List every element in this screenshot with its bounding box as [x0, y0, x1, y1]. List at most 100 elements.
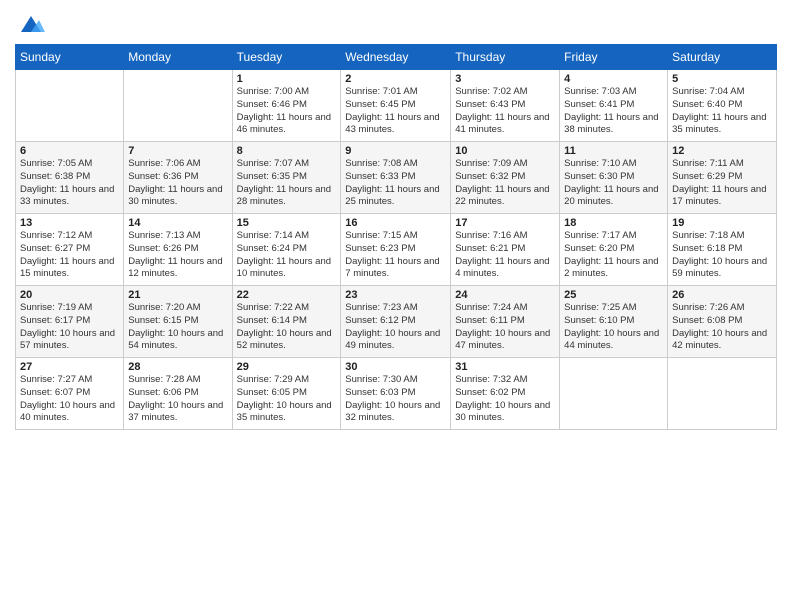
day-number: 19	[672, 217, 772, 229]
calendar-cell: 12Sunrise: 7:11 AMSunset: 6:29 PMDayligh…	[668, 142, 777, 214]
calendar-cell: 23Sunrise: 7:23 AMSunset: 6:12 PMDayligh…	[341, 286, 451, 358]
calendar-cell: 19Sunrise: 7:18 AMSunset: 6:18 PMDayligh…	[668, 214, 777, 286]
logo	[15, 10, 45, 38]
day-number: 13	[20, 217, 119, 229]
day-number: 9	[345, 145, 446, 157]
calendar-cell: 22Sunrise: 7:22 AMSunset: 6:14 PMDayligh…	[232, 286, 341, 358]
day-number: 3	[455, 73, 555, 85]
calendar-header: SundayMondayTuesdayWednesdayThursdayFrid…	[16, 45, 777, 70]
day-detail: Sunrise: 7:32 AMSunset: 6:02 PMDaylight:…	[455, 374, 555, 425]
day-number: 16	[345, 217, 446, 229]
day-detail: Sunrise: 7:22 AMSunset: 6:14 PMDaylight:…	[237, 302, 337, 353]
day-detail: Sunrise: 7:14 AMSunset: 6:24 PMDaylight:…	[237, 230, 337, 281]
day-detail: Sunrise: 7:10 AMSunset: 6:30 PMDaylight:…	[564, 158, 663, 209]
day-number: 20	[20, 289, 119, 301]
calendar-cell: 9Sunrise: 7:08 AMSunset: 6:33 PMDaylight…	[341, 142, 451, 214]
weekday-header-wednesday: Wednesday	[341, 45, 451, 70]
week-row-4: 20Sunrise: 7:19 AMSunset: 6:17 PMDayligh…	[16, 286, 777, 358]
day-detail: Sunrise: 7:28 AMSunset: 6:06 PMDaylight:…	[128, 374, 227, 425]
day-detail: Sunrise: 7:18 AMSunset: 6:18 PMDaylight:…	[672, 230, 772, 281]
day-number: 23	[345, 289, 446, 301]
day-number: 24	[455, 289, 555, 301]
calendar-cell	[668, 358, 777, 430]
day-detail: Sunrise: 7:04 AMSunset: 6:40 PMDaylight:…	[672, 86, 772, 137]
calendar-cell: 3Sunrise: 7:02 AMSunset: 6:43 PMDaylight…	[451, 70, 560, 142]
day-number: 1	[237, 73, 337, 85]
day-number: 11	[564, 145, 663, 157]
day-number: 2	[345, 73, 446, 85]
day-number: 8	[237, 145, 337, 157]
header	[15, 10, 777, 38]
day-number: 30	[345, 361, 446, 373]
calendar-cell: 26Sunrise: 7:26 AMSunset: 6:08 PMDayligh…	[668, 286, 777, 358]
day-detail: Sunrise: 7:11 AMSunset: 6:29 PMDaylight:…	[672, 158, 772, 209]
day-number: 18	[564, 217, 663, 229]
calendar-cell: 6Sunrise: 7:05 AMSunset: 6:38 PMDaylight…	[16, 142, 124, 214]
weekday-header-thursday: Thursday	[451, 45, 560, 70]
week-row-2: 6Sunrise: 7:05 AMSunset: 6:38 PMDaylight…	[16, 142, 777, 214]
day-number: 26	[672, 289, 772, 301]
calendar-cell	[124, 70, 232, 142]
calendar-table: SundayMondayTuesdayWednesdayThursdayFrid…	[15, 44, 777, 430]
week-row-5: 27Sunrise: 7:27 AMSunset: 6:07 PMDayligh…	[16, 358, 777, 430]
day-detail: Sunrise: 7:12 AMSunset: 6:27 PMDaylight:…	[20, 230, 119, 281]
day-number: 25	[564, 289, 663, 301]
calendar-cell: 17Sunrise: 7:16 AMSunset: 6:21 PMDayligh…	[451, 214, 560, 286]
weekday-row: SundayMondayTuesdayWednesdayThursdayFrid…	[16, 45, 777, 70]
calendar-cell: 7Sunrise: 7:06 AMSunset: 6:36 PMDaylight…	[124, 142, 232, 214]
day-number: 12	[672, 145, 772, 157]
day-detail: Sunrise: 7:13 AMSunset: 6:26 PMDaylight:…	[128, 230, 227, 281]
day-detail: Sunrise: 7:19 AMSunset: 6:17 PMDaylight:…	[20, 302, 119, 353]
calendar-cell: 10Sunrise: 7:09 AMSunset: 6:32 PMDayligh…	[451, 142, 560, 214]
day-number: 5	[672, 73, 772, 85]
day-detail: Sunrise: 7:26 AMSunset: 6:08 PMDaylight:…	[672, 302, 772, 353]
calendar-body: 1Sunrise: 7:00 AMSunset: 6:46 PMDaylight…	[16, 70, 777, 430]
day-detail: Sunrise: 7:27 AMSunset: 6:07 PMDaylight:…	[20, 374, 119, 425]
weekday-header-friday: Friday	[560, 45, 668, 70]
day-detail: Sunrise: 7:05 AMSunset: 6:38 PMDaylight:…	[20, 158, 119, 209]
calendar-cell	[560, 358, 668, 430]
weekday-header-monday: Monday	[124, 45, 232, 70]
day-number: 4	[564, 73, 663, 85]
page: SundayMondayTuesdayWednesdayThursdayFrid…	[0, 0, 792, 612]
day-number: 15	[237, 217, 337, 229]
calendar-cell: 28Sunrise: 7:28 AMSunset: 6:06 PMDayligh…	[124, 358, 232, 430]
calendar-cell: 11Sunrise: 7:10 AMSunset: 6:30 PMDayligh…	[560, 142, 668, 214]
calendar-cell: 24Sunrise: 7:24 AMSunset: 6:11 PMDayligh…	[451, 286, 560, 358]
day-number: 10	[455, 145, 555, 157]
day-detail: Sunrise: 7:24 AMSunset: 6:11 PMDaylight:…	[455, 302, 555, 353]
day-detail: Sunrise: 7:30 AMSunset: 6:03 PMDaylight:…	[345, 374, 446, 425]
calendar-cell: 14Sunrise: 7:13 AMSunset: 6:26 PMDayligh…	[124, 214, 232, 286]
day-detail: Sunrise: 7:17 AMSunset: 6:20 PMDaylight:…	[564, 230, 663, 281]
calendar-cell: 4Sunrise: 7:03 AMSunset: 6:41 PMDaylight…	[560, 70, 668, 142]
calendar-cell: 21Sunrise: 7:20 AMSunset: 6:15 PMDayligh…	[124, 286, 232, 358]
calendar-cell: 15Sunrise: 7:14 AMSunset: 6:24 PMDayligh…	[232, 214, 341, 286]
day-detail: Sunrise: 7:20 AMSunset: 6:15 PMDaylight:…	[128, 302, 227, 353]
calendar-cell: 16Sunrise: 7:15 AMSunset: 6:23 PMDayligh…	[341, 214, 451, 286]
week-row-3: 13Sunrise: 7:12 AMSunset: 6:27 PMDayligh…	[16, 214, 777, 286]
weekday-header-tuesday: Tuesday	[232, 45, 341, 70]
day-number: 31	[455, 361, 555, 373]
day-detail: Sunrise: 7:23 AMSunset: 6:12 PMDaylight:…	[345, 302, 446, 353]
calendar-cell: 5Sunrise: 7:04 AMSunset: 6:40 PMDaylight…	[668, 70, 777, 142]
day-number: 17	[455, 217, 555, 229]
calendar-cell	[16, 70, 124, 142]
calendar-cell: 29Sunrise: 7:29 AMSunset: 6:05 PMDayligh…	[232, 358, 341, 430]
calendar-cell: 25Sunrise: 7:25 AMSunset: 6:10 PMDayligh…	[560, 286, 668, 358]
day-number: 28	[128, 361, 227, 373]
day-detail: Sunrise: 7:09 AMSunset: 6:32 PMDaylight:…	[455, 158, 555, 209]
day-number: 21	[128, 289, 227, 301]
week-row-1: 1Sunrise: 7:00 AMSunset: 6:46 PMDaylight…	[16, 70, 777, 142]
calendar-cell: 2Sunrise: 7:01 AMSunset: 6:45 PMDaylight…	[341, 70, 451, 142]
day-detail: Sunrise: 7:15 AMSunset: 6:23 PMDaylight:…	[345, 230, 446, 281]
day-detail: Sunrise: 7:01 AMSunset: 6:45 PMDaylight:…	[345, 86, 446, 137]
calendar-cell: 30Sunrise: 7:30 AMSunset: 6:03 PMDayligh…	[341, 358, 451, 430]
day-detail: Sunrise: 7:00 AMSunset: 6:46 PMDaylight:…	[237, 86, 337, 137]
day-number: 27	[20, 361, 119, 373]
calendar-cell: 20Sunrise: 7:19 AMSunset: 6:17 PMDayligh…	[16, 286, 124, 358]
day-number: 29	[237, 361, 337, 373]
day-detail: Sunrise: 7:02 AMSunset: 6:43 PMDaylight:…	[455, 86, 555, 137]
calendar-cell: 1Sunrise: 7:00 AMSunset: 6:46 PMDaylight…	[232, 70, 341, 142]
day-detail: Sunrise: 7:16 AMSunset: 6:21 PMDaylight:…	[455, 230, 555, 281]
day-number: 14	[128, 217, 227, 229]
